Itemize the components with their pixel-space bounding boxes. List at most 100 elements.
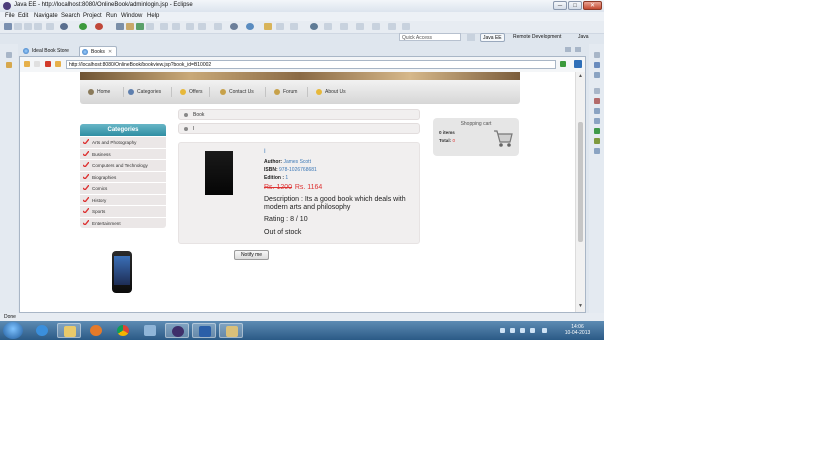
stop-icon[interactable] — [45, 61, 51, 67]
open-perspective-icon[interactable] — [467, 34, 475, 41]
new-icon[interactable] — [4, 23, 12, 30]
system-clock[interactable]: 14:06 10-04-2013 — [555, 324, 600, 336]
taskbar-word[interactable] — [192, 323, 216, 338]
restore-bottom-icon[interactable] — [594, 88, 600, 94]
tab-books[interactable]: Books ✕ — [79, 46, 117, 56]
perspective-remote-development[interactable]: Remote Development — [513, 33, 561, 42]
shopping-cart-icon[interactable] — [493, 127, 513, 149]
globe-icon[interactable] — [310, 23, 318, 30]
tray-network-icon[interactable] — [520, 328, 525, 333]
minimize-editor-icon[interactable] — [565, 47, 571, 52]
open-type-icon[interactable] — [146, 23, 154, 30]
open-task-icon[interactable] — [160, 23, 168, 30]
close-button[interactable]: ✕ — [583, 1, 602, 10]
menu-file[interactable]: File — [5, 13, 15, 19]
book-title[interactable]: I — [264, 149, 266, 155]
back-arrow-icon[interactable] — [24, 61, 30, 67]
vertical-scrollbar[interactable]: ▲ ▼ — [575, 72, 585, 312]
site-menu-forum[interactable]: Forum — [274, 87, 308, 97]
maximize-editor-icon[interactable] — [575, 47, 581, 52]
external-tools-icon[interactable] — [95, 23, 103, 30]
web-service-icon[interactable] — [198, 23, 206, 30]
forward-arrow-icon[interactable] — [34, 61, 40, 67]
tray-volume-icon[interactable] — [530, 328, 535, 333]
next-annotation-icon[interactable] — [340, 23, 348, 30]
taskbar-explorer[interactable] — [57, 323, 81, 338]
taskbar-app[interactable] — [138, 323, 162, 338]
category-item[interactable]: Computers and Technology — [80, 159, 166, 170]
data-source-icon[interactable] — [594, 128, 600, 134]
build-icon[interactable] — [46, 23, 54, 30]
last-edit-icon[interactable] — [372, 23, 380, 30]
taskbar-ie[interactable] — [30, 323, 54, 338]
previous-annotation-icon[interactable] — [356, 23, 364, 30]
category-item[interactable]: Arts and Photography — [80, 136, 166, 147]
book-cover-image[interactable] — [205, 151, 233, 195]
perspective-java-ee[interactable]: Java EE — [480, 33, 505, 42]
category-item[interactable]: Sports — [80, 205, 166, 216]
notify-me-button[interactable]: Notify me — [234, 250, 269, 260]
taskbar-eclipse[interactable] — [165, 323, 189, 338]
start-button[interactable] — [3, 322, 23, 339]
scrollbar-thumb[interactable] — [578, 122, 583, 242]
print-icon[interactable] — [34, 23, 42, 30]
save-icon[interactable] — [14, 23, 22, 30]
breadcrumb-title[interactable]: I — [178, 123, 420, 134]
taskbar-chrome[interactable] — [111, 323, 135, 338]
menu-edit[interactable]: Edit — [18, 13, 28, 19]
tray-flag-icon[interactable] — [510, 328, 515, 333]
properties-icon[interactable] — [594, 108, 600, 114]
scroll-up-icon[interactable]: ▲ — [578, 73, 583, 79]
new-class-icon[interactable] — [136, 23, 144, 30]
taskbar-media-player[interactable] — [84, 323, 108, 338]
taskbar-paint[interactable] — [219, 323, 243, 338]
debug-icon[interactable] — [60, 23, 68, 30]
markers-icon[interactable] — [594, 98, 600, 104]
restore-right-icon[interactable] — [594, 52, 600, 58]
menu-run[interactable]: Run — [106, 13, 117, 19]
pin-icon[interactable] — [290, 23, 298, 30]
restore-icon[interactable] — [6, 52, 12, 58]
category-item[interactable]: History — [80, 193, 166, 205]
menu-project[interactable]: Project — [83, 13, 102, 19]
site-menu-contact-us[interactable]: Contact Us — [220, 87, 266, 97]
server-icon[interactable] — [186, 23, 194, 30]
author-link[interactable]: James Scott — [283, 159, 311, 165]
database-icon[interactable] — [214, 23, 222, 30]
menu-search[interactable]: Search — [61, 13, 80, 19]
maximize-button[interactable]: □ — [568, 1, 582, 10]
tray-show-hidden-icon[interactable] — [500, 328, 505, 333]
category-item[interactable]: Entertainment — [80, 216, 166, 228]
tab-ideal-book-store[interactable]: Ideal Book Store — [21, 46, 77, 56]
search-icon[interactable] — [172, 23, 180, 30]
folder-icon[interactable] — [264, 23, 272, 30]
task-list-icon[interactable] — [594, 72, 600, 78]
minimize-button[interactable]: ─ — [553, 1, 567, 10]
site-menu-categories[interactable]: Categories — [128, 87, 172, 97]
phone-advert-image[interactable] — [112, 251, 132, 293]
new-package-icon[interactable] — [126, 23, 134, 30]
outline-icon[interactable] — [594, 62, 600, 68]
category-item[interactable]: Biographies — [80, 170, 166, 182]
category-item[interactable]: Business — [80, 147, 166, 159]
forward-icon[interactable] — [402, 23, 410, 30]
tray-keyboard-icon[interactable] — [542, 328, 547, 333]
open-file-icon[interactable] — [276, 23, 284, 30]
category-item[interactable]: Comics — [80, 182, 166, 193]
snippets-icon[interactable] — [594, 138, 600, 144]
toggle-mark-icon[interactable] — [324, 23, 332, 30]
refresh-icon[interactable] — [55, 61, 61, 67]
scroll-down-icon[interactable]: ▼ — [578, 303, 583, 309]
menu-navigate[interactable]: Navigate — [34, 13, 58, 19]
save-all-icon[interactable] — [24, 23, 32, 30]
back-icon[interactable] — [388, 23, 396, 30]
browser-menu-icon[interactable] — [574, 60, 582, 68]
url-input[interactable]: http://localhost:8080/OnlineBook/bookvie… — [66, 60, 556, 69]
site-menu-about-us[interactable]: About Us — [316, 87, 356, 97]
new-java-project-icon[interactable] — [116, 23, 124, 30]
go-icon[interactable] — [560, 61, 566, 67]
site-menu-home[interactable]: Home — [88, 87, 124, 97]
menu-window[interactable]: Window — [121, 13, 142, 19]
quick-access-input[interactable]: Quick Access — [399, 33, 461, 41]
menu-help[interactable]: Help — [147, 13, 159, 19]
